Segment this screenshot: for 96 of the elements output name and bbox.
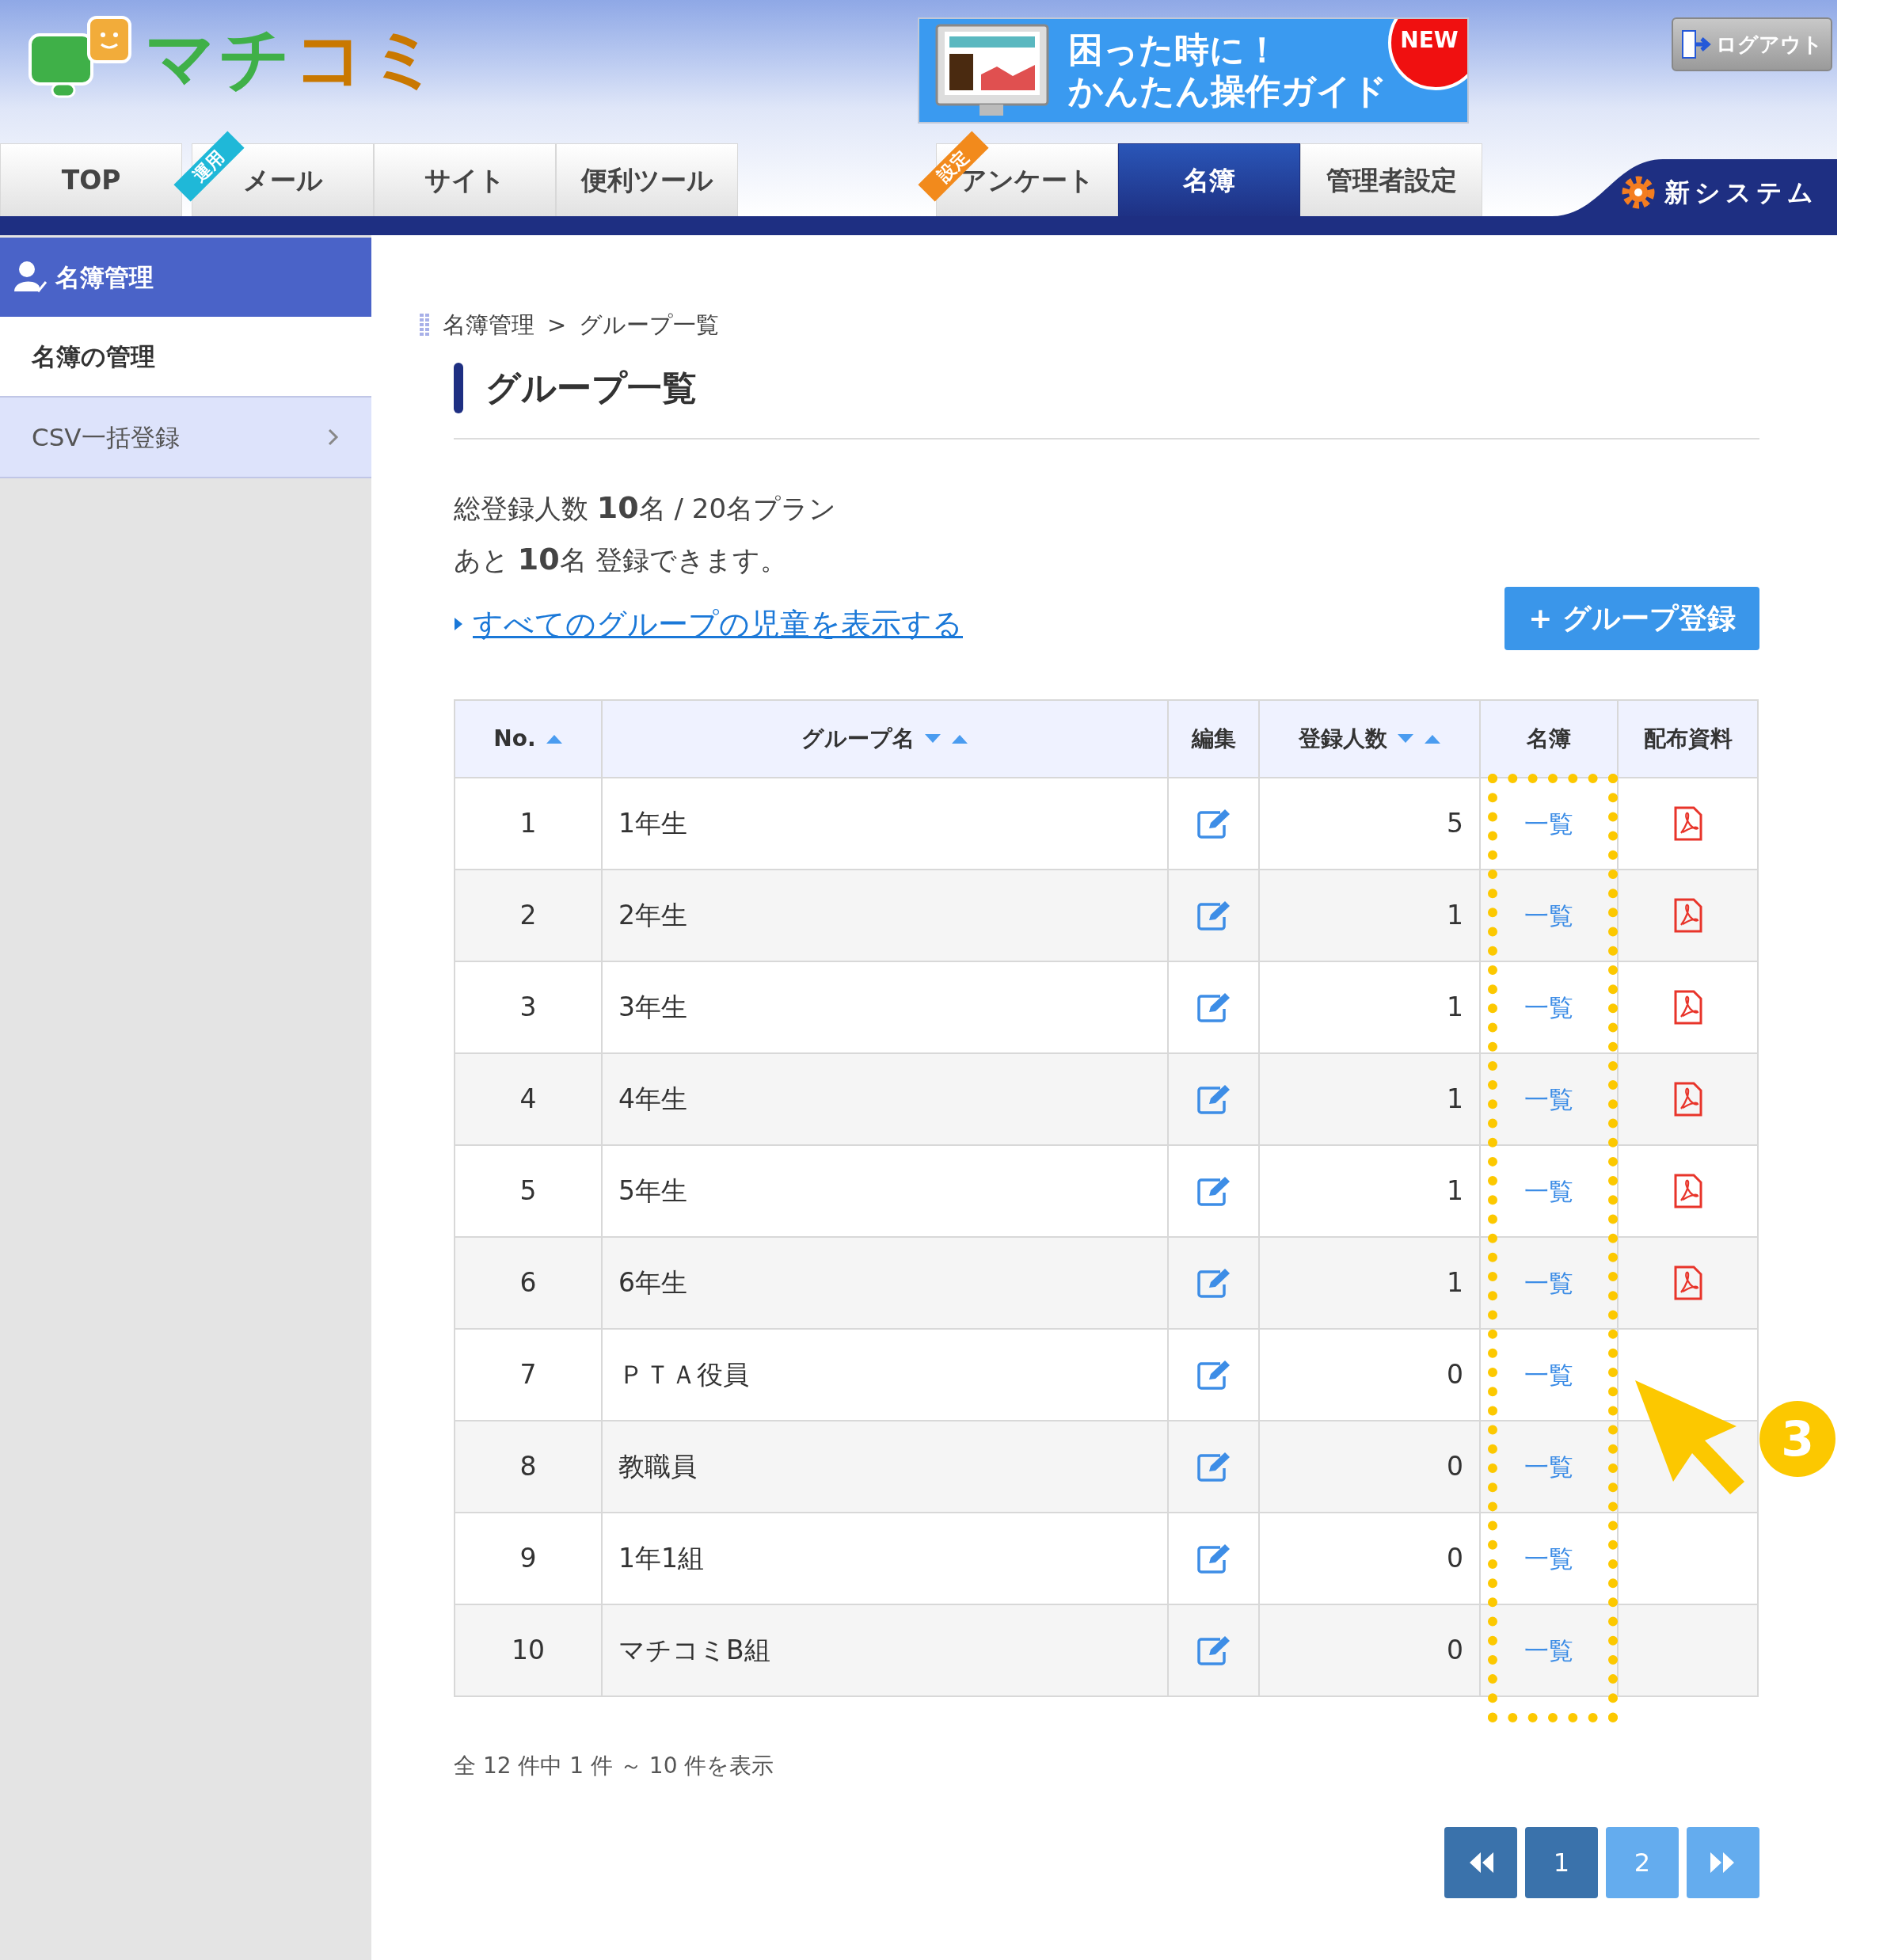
sidebar-item[interactable]: CSV一括登録 xyxy=(0,398,371,478)
table-cell: ＰＴＡ役員 xyxy=(602,1328,1168,1421)
roster-link[interactable]: 一覧 xyxy=(1524,900,1573,930)
table-cell: 1 xyxy=(1259,961,1480,1053)
edit-icon[interactable] xyxy=(1196,1542,1231,1574)
column-header: 編集 xyxy=(1168,699,1259,778)
edit-icon[interactable] xyxy=(1196,1083,1231,1115)
roster-link[interactable]: 一覧 xyxy=(1524,809,1573,838)
pdf-icon[interactable] xyxy=(1672,897,1703,933)
roster-link[interactable]: 一覧 xyxy=(1524,1360,1573,1389)
chevron-right-icon xyxy=(327,428,340,447)
sidebar-title: 名簿管理 xyxy=(55,261,154,293)
add-group-button[interactable]: + グループ登録 xyxy=(1504,586,1759,650)
column-header: 配布資料 xyxy=(1618,699,1758,778)
table-cell: 2 xyxy=(455,869,602,961)
new-badge: NEW xyxy=(1388,19,1467,90)
nav-tab[interactable]: 便利ツール xyxy=(556,143,738,216)
table-cell: 0 xyxy=(1259,1512,1480,1604)
table-cell: 8 xyxy=(455,1420,602,1513)
table-cell: 1 xyxy=(1259,869,1480,961)
nav-tab[interactable]: 名簿 xyxy=(1118,143,1300,216)
user-check-icon xyxy=(13,260,48,295)
sidebar-item[interactable]: 名簿の管理 xyxy=(0,317,371,398)
logo-text: マチコミ xyxy=(145,24,443,93)
roster-link[interactable]: 一覧 xyxy=(1524,1084,1573,1113)
show-all-link[interactable]: すべてのグループの児童を表示する xyxy=(473,601,963,647)
gear-icon xyxy=(1620,174,1657,211)
table-cell: 5 xyxy=(1259,777,1480,870)
column-header: 名簿 xyxy=(1480,699,1618,778)
result-count: 全 12 件中 1 件 ～ 10 件を表示 xyxy=(454,1751,775,1780)
table-cell: 0 xyxy=(1259,1328,1480,1421)
table-cell: マチコミB組 xyxy=(602,1604,1168,1696)
page-title: グループ一覧 xyxy=(485,366,697,409)
edit-icon[interactable] xyxy=(1196,1450,1231,1482)
table-cell: 6年生 xyxy=(602,1236,1168,1329)
breadcrumb-item[interactable]: 名簿管理 xyxy=(443,308,534,343)
pdf-icon[interactable] xyxy=(1672,989,1703,1025)
table-cell: 1 xyxy=(1259,1236,1480,1329)
table-cell: 10 xyxy=(455,1604,602,1696)
pdf-icon[interactable] xyxy=(1672,805,1703,841)
table-cell: 0 xyxy=(1259,1604,1480,1696)
edit-icon[interactable] xyxy=(1196,1634,1231,1666)
roster-link[interactable]: 一覧 xyxy=(1524,1452,1573,1481)
table-cell: 5年生 xyxy=(602,1144,1168,1237)
table-cell: 0 xyxy=(1259,1420,1480,1513)
nav-tab[interactable]: 管理者設定 xyxy=(1300,143,1482,216)
guide-banner[interactable]: 困った時に！ かんたん操作ガイド NEW xyxy=(918,17,1469,124)
table-cell: 1 xyxy=(1259,1052,1480,1145)
table-cell: 1年1組 xyxy=(602,1512,1168,1604)
table-cell: 7 xyxy=(455,1328,602,1421)
column-header[interactable]: グループ名 xyxy=(602,699,1168,778)
title-accent-bar xyxy=(454,362,463,413)
roster-link[interactable]: 一覧 xyxy=(1524,1176,1573,1205)
nav-tab[interactable]: サイト xyxy=(374,143,556,216)
table-cell: 1年生 xyxy=(602,777,1168,870)
edit-icon[interactable] xyxy=(1196,807,1231,839)
summary-text: 総登録人数 10名 / 20名プラン xyxy=(454,489,838,527)
roster-link[interactable]: 一覧 xyxy=(1524,1635,1573,1665)
edit-icon[interactable] xyxy=(1196,1266,1231,1299)
pdf-icon[interactable] xyxy=(1672,1265,1703,1300)
column-header[interactable]: No. xyxy=(455,699,602,778)
table-cell: 3年生 xyxy=(602,961,1168,1053)
table-cell: 1 xyxy=(1259,1144,1480,1237)
banner-subtitle: かんたん操作ガイド xyxy=(1068,70,1387,112)
next-page-button[interactable] xyxy=(1687,1826,1759,1898)
edit-icon[interactable] xyxy=(1196,1358,1231,1391)
table-cell: 5 xyxy=(455,1144,602,1237)
breadcrumb-icon xyxy=(419,313,430,337)
nav-tab[interactable]: TOP xyxy=(0,143,182,216)
step-badge: 3 xyxy=(1759,1400,1835,1477)
column-header[interactable]: 登録人数 xyxy=(1259,699,1480,778)
table-cell: 1 xyxy=(455,777,602,870)
triangle-right-icon xyxy=(454,616,463,632)
pdf-icon[interactable] xyxy=(1672,1173,1703,1208)
table-cell: 4 xyxy=(455,1052,602,1145)
banner-title: 困った時に！ xyxy=(1068,29,1280,70)
summary-text: あと 10名 登録できます。 xyxy=(454,540,788,578)
roster-link[interactable]: 一覧 xyxy=(1524,1268,1573,1297)
pdf-icon[interactable] xyxy=(1672,1081,1703,1117)
edit-icon[interactable] xyxy=(1196,899,1231,931)
table-cell: 2年生 xyxy=(602,869,1168,961)
sort-down-icon[interactable] xyxy=(924,733,942,744)
page-button[interactable]: 1 xyxy=(1525,1826,1598,1898)
sort-down-icon[interactable] xyxy=(1396,733,1414,744)
roster-link[interactable]: 一覧 xyxy=(1524,1543,1573,1573)
breadcrumb-separator: > xyxy=(547,310,567,340)
table-cell: 教職員 xyxy=(602,1420,1168,1513)
table-cell: 3 xyxy=(455,961,602,1053)
edit-icon[interactable] xyxy=(1196,1174,1231,1207)
table-cell: 4年生 xyxy=(602,1052,1168,1145)
table-cell: 6 xyxy=(455,1236,602,1329)
roster-link[interactable]: 一覧 xyxy=(1524,992,1573,1022)
breadcrumb-item: グループ一覧 xyxy=(579,310,720,340)
table-cell: 9 xyxy=(455,1512,602,1604)
edit-icon[interactable] xyxy=(1196,991,1231,1023)
door-icon xyxy=(1681,29,1713,60)
